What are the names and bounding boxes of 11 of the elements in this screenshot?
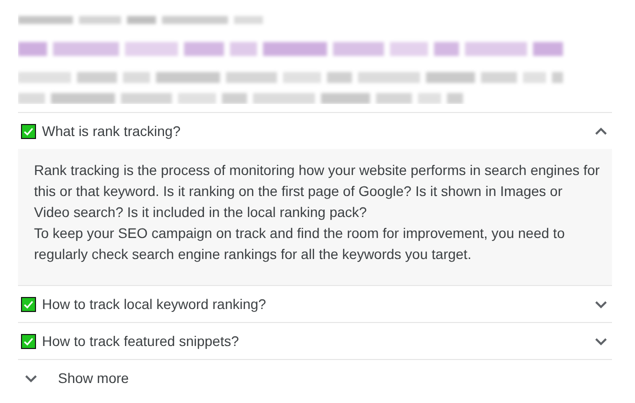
question-text: What is rank tracking? — [42, 123, 182, 139]
question-text: How to track local keyword ranking? — [42, 296, 268, 312]
check-mark-icon — [21, 124, 36, 138]
show-more-button[interactable]: Show more — [58, 370, 129, 386]
faq-question[interactable]: How to track local keyword ranking? — [18, 286, 612, 322]
faq-question[interactable]: How to track featured snippets? — [18, 323, 612, 359]
check-mark-icon — [21, 334, 36, 348]
question-text: How to track featured snippets? — [42, 333, 240, 349]
faq-question[interactable]: What is rank tracking? — [18, 113, 612, 149]
answer-text: Rank tracking is the process of monitoring how your website performs in search engines for this or that keyword. Is it ranking on the first page of Google? Is it shown in Images or Video search? Is it included in the local ranking pack? To keep your SEO campaign on track and find the room for improvement, you need to regularly check search engine rankings for all the keywords you target. — [18, 149, 612, 285]
check-mark-icon — [21, 296, 36, 312]
